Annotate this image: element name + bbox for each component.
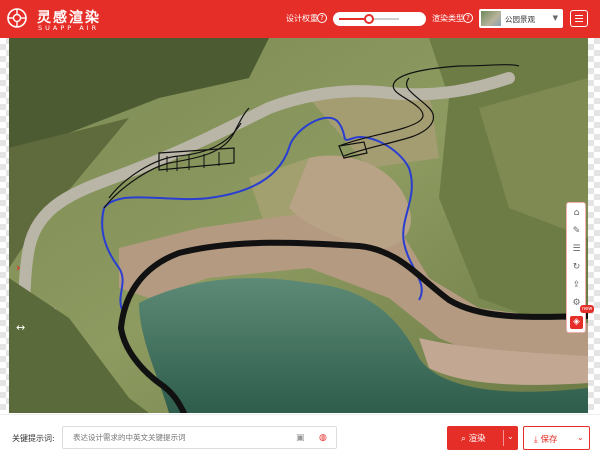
- new-badge: new: [580, 305, 595, 313]
- design-weight-value: 0.5: [403, 13, 416, 22]
- top-bar: 灵感渲染 SUAPP AIR 设计权重 ? 0.5 渲染类型 ? 公园景观 ▼: [0, 0, 600, 38]
- render-type-value: 公园景观: [505, 15, 535, 24]
- download-icon: ⤓: [534, 435, 538, 445]
- render-label: 渲染: [468, 434, 486, 444]
- resize-icon[interactable]: ↔: [16, 321, 25, 334]
- slider-thumb[interactable]: [364, 14, 374, 24]
- chevron-down-icon[interactable]: ⌄: [577, 433, 584, 442]
- layers-icon[interactable]: ☰: [570, 243, 583, 256]
- side-toolbar: ⌂ ✎ ☰ ↻ ⇪ ⚙ ◈: [566, 202, 586, 333]
- save-button[interactable]: ⤓ 保存 ⌄: [523, 426, 590, 450]
- home-icon[interactable]: ⌂: [570, 207, 583, 220]
- help-icon[interactable]: ?: [463, 13, 473, 23]
- chevron-down-icon: ▼: [552, 14, 558, 22]
- edit-icon[interactable]: ✎: [570, 225, 583, 238]
- gift-icon[interactable]: ◈: [570, 316, 583, 329]
- help-icon[interactable]: ?: [317, 13, 327, 23]
- chevron-right-icon[interactable]: ›: [16, 261, 21, 274]
- share-icon[interactable]: ⇪: [570, 279, 583, 292]
- prompt-bar: 关键提示词: ▣ ◍ ⌕ 渲染 ⌄ ⤓ 保存 ⌄: [0, 414, 600, 460]
- sample-icon[interactable]: ◍: [319, 433, 327, 443]
- image-canvas[interactable]: › ↔ 高清 超清 ☆ 👍👎 ⌂ ✎ ☰ ↻ ⇪ ⚙ ◈ new: [0, 38, 600, 442]
- search-icon: ⌕: [461, 434, 466, 444]
- menu-button[interactable]: [570, 10, 588, 27]
- scene-thumb-icon: [481, 11, 501, 26]
- chevron-down-icon[interactable]: ⌄: [507, 432, 514, 441]
- refresh-icon[interactable]: ↻: [570, 261, 583, 274]
- render-type-select[interactable]: 公园景观 ▼: [479, 9, 563, 28]
- design-weight-label: 设计权重: [286, 14, 318, 23]
- menu-icon: [575, 15, 583, 16]
- render-type-label: 渲染类型: [432, 14, 464, 23]
- save-label: 保存: [540, 435, 558, 445]
- render-button[interactable]: ⌕ 渲染 ⌄: [447, 426, 518, 450]
- aerial-photo: [9, 38, 588, 413]
- brand-logo-icon: [7, 8, 27, 28]
- brand-logo[interactable]: 灵感渲染 SUAPP AIR: [6, 4, 156, 34]
- app-window: 灵感渲染 SUAPP AIR 设计权重 ? 0.5 渲染类型 ? 公园景观 ▼: [0, 0, 600, 460]
- image-upload-icon[interactable]: ▣: [296, 433, 305, 443]
- brand-subtitle: SUAPP AIR: [38, 24, 100, 32]
- keyword-label: 关键提示词:: [12, 434, 55, 443]
